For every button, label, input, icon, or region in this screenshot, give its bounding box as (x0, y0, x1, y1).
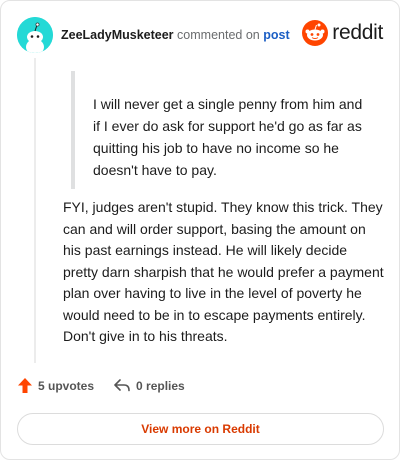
username-link[interactable]: ZeeLadyMusketeer (61, 28, 174, 42)
reddit-snoo-icon (302, 20, 329, 46)
thread-line (34, 58, 36, 363)
post-link[interactable]: post (263, 28, 289, 42)
reddit-embed-card: ZeeLadyMusketeer commented on post reddi… (0, 0, 400, 460)
commented-on-text: commented on (177, 28, 260, 42)
reddit-logo[interactable]: reddit (302, 20, 383, 46)
upvote-count: 5 upvotes (38, 378, 95, 393)
quote-paragraph: I will never get a single penny from him… (93, 96, 363, 178)
avatar[interactable] (17, 17, 53, 53)
reply-count: 0 replies (136, 378, 185, 393)
reddit-wordmark: reddit (332, 21, 383, 44)
upvote-button[interactable]: 5 upvotes (18, 378, 94, 393)
snoo-avatar-icon (17, 17, 53, 53)
reply-arrow-icon (114, 379, 130, 392)
comment-meta: ZeeLadyMusketeer commented on post (61, 28, 290, 42)
quoted-text: I will never get a single penny from him… (71, 71, 371, 189)
comment-paragraph: FYI, judges aren't stupid. They know thi… (63, 199, 384, 344)
reply-button[interactable]: 0 replies (114, 379, 185, 393)
comment-header: ZeeLadyMusketeer commented on post reddi… (17, 17, 383, 53)
view-more-button[interactable]: View more on Reddit (17, 413, 384, 445)
comment-actions: 5 upvotes 0 replies (18, 378, 185, 393)
upvote-arrow-icon (18, 378, 32, 393)
comment-body: FYI, judges aren't stupid. They know thi… (63, 197, 385, 348)
